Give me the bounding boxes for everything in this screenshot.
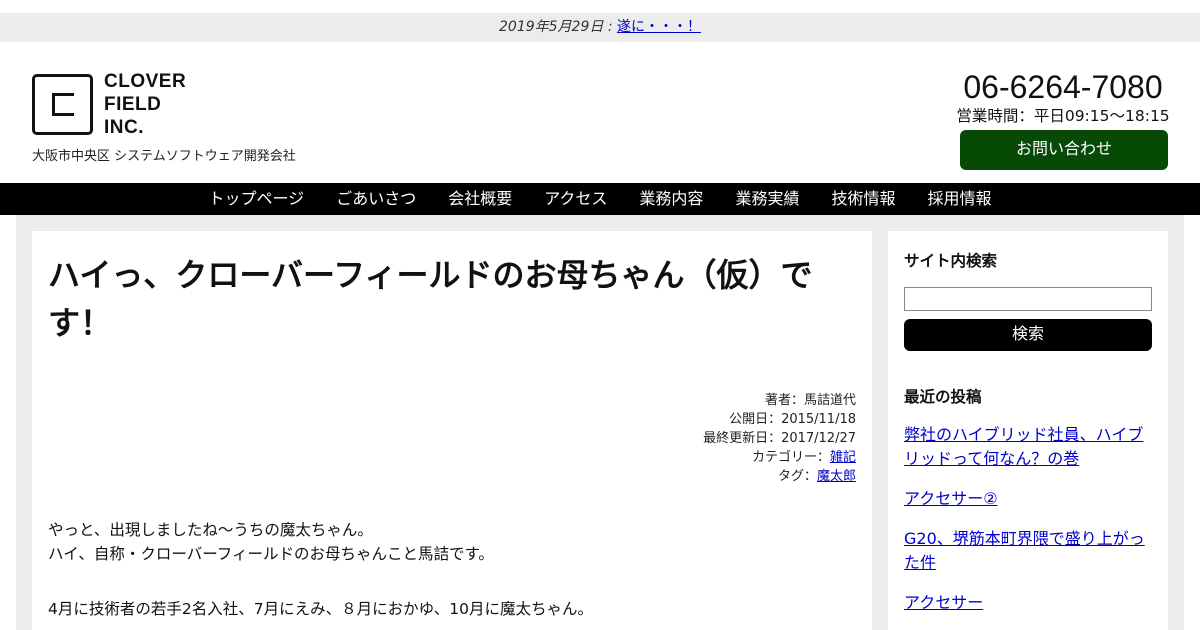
category-link[interactable]: 雑記	[830, 450, 856, 465]
main-nav: トップページ ごあいさつ 会社概要 アクセス 業務内容 業務実績 技術情報 採用…	[0, 183, 1200, 215]
post-meta: 著者：馬詰道代 公開日：2015/11/18 最終更新日：2017/12/27 …	[703, 391, 856, 486]
nav-item-top[interactable]: トップページ	[193, 183, 321, 215]
recent-post-link[interactable]: 弊社のハイブリッド社員、ハイブリッドって何なん？の巻	[904, 423, 1154, 471]
contact-block: 06-6264-7080 営業時間：平日09:15〜18:15 お問い合わせ	[956, 68, 1170, 170]
recent-posts-list: 弊社のハイブリッド社員、ハイブリッドって何なん？の巻 アクセサー② G20、堺筋…	[904, 423, 1154, 630]
nav-item-works[interactable]: 業務実績	[719, 183, 815, 215]
post-category: カテゴリー：雑記	[751, 450, 856, 465]
post-author: 著者：馬詰道代	[764, 393, 856, 408]
site-tagline: 大阪市中央区 システムソフトウェア開発会社	[32, 149, 296, 164]
notice-bar: 2019年5月29日 : 遂に・・・！	[0, 13, 1200, 42]
site-logo[interactable]: CLOVER FIELD INC.	[32, 70, 186, 139]
notice-date: 2019年5月29日 :	[499, 19, 617, 35]
business-hours: 営業時間：平日09:15〜18:15	[956, 107, 1170, 125]
post-title: ハイっ、クローバーフィールドのお母ちゃん（仮）です！	[48, 257, 813, 341]
nav-item-services[interactable]: 業務内容	[623, 183, 719, 215]
recent-post-link[interactable]: アクセサー	[904, 591, 1154, 615]
nav-item-tech[interactable]: 技術情報	[815, 183, 911, 215]
logo-mark-icon	[32, 74, 93, 135]
sidebar: サイト内検索 検索 最近の投稿 弊社のハイブリッド社員、ハイブリッドって何なん？…	[888, 231, 1168, 630]
top-spacer	[0, 0, 1200, 13]
nav-item-greeting[interactable]: ごあいさつ	[320, 183, 432, 215]
phone-number: 06-6264-7080	[963, 69, 1163, 105]
inquiry-button[interactable]: お問い合わせ	[960, 130, 1168, 170]
post-published: 公開日：2015/11/18	[729, 412, 856, 427]
recent-posts-heading: 最近の投稿	[904, 388, 982, 406]
site-header: CLOVER FIELD INC. 大阪市中央区 システムソフトウェア開発会社 …	[0, 42, 1200, 183]
search-input[interactable]	[904, 287, 1152, 311]
recent-post-link[interactable]: アクセサー②	[904, 487, 1154, 511]
search-button[interactable]: 検索	[904, 319, 1152, 351]
paragraph: やっと、出現しましたね〜うちの魔太ちゃん。 ハイ、自称・クローバーフィールドのお…	[48, 521, 494, 563]
search-heading: サイト内検索	[904, 252, 998, 270]
tag-link[interactable]: 魔太郎	[817, 469, 856, 484]
paragraph: 4月に技術者の若手2名入社、7月にえみ、８月におかゆ、10月に魔太ちゃん。	[48, 600, 594, 618]
recent-post-link[interactable]: G20、堺筋本町界隈で盛り上がった件	[904, 527, 1154, 575]
notice-link[interactable]: 遂に・・・！	[617, 19, 701, 35]
nav-item-access[interactable]: アクセス	[528, 183, 623, 215]
post-tag: タグ：魔太郎	[777, 469, 856, 484]
nav-item-recruit[interactable]: 採用情報	[911, 183, 1007, 215]
post-article: ハイっ、クローバーフィールドのお母ちゃん（仮）です！ 著者：馬詰道代 公開日：2…	[32, 231, 872, 630]
post-updated: 最終更新日：2017/12/27	[703, 431, 856, 446]
nav-item-company[interactable]: 会社概要	[432, 183, 528, 215]
logo-text: CLOVER FIELD INC.	[104, 71, 187, 138]
post-body: やっと、出現しましたね〜うちの魔太ちゃん。 ハイ、自称・クローバーフィールドのお…	[48, 519, 848, 630]
